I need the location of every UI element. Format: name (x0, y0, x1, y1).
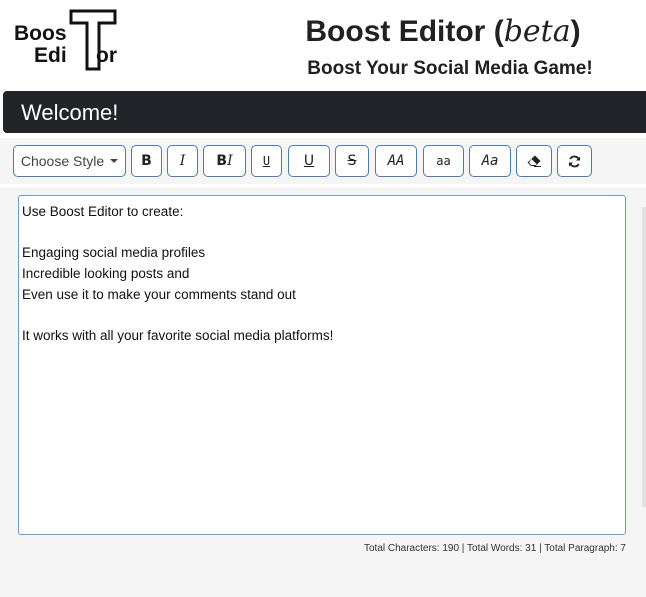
welcome-text: Welcome! (21, 100, 119, 125)
bold-italic-button[interactable]: BI (203, 145, 246, 177)
logo-text-line2-left: Edi (34, 44, 67, 67)
lowercase-button[interactable]: aa (423, 145, 464, 177)
underline-mono-button[interactable]: U (251, 145, 282, 177)
capitalize-button[interactable]: Aa (469, 145, 511, 177)
bold-italic-i: I (227, 153, 233, 169)
italic-button[interactable]: I (167, 145, 198, 177)
beta-label: beta (503, 14, 571, 49)
choose-style-label: Choose Style (20, 153, 105, 169)
page-title-text: Boost Editor (305, 15, 486, 48)
welcome-bar: Welcome! (3, 91, 646, 133)
uppercase-button[interactable]: AA (375, 145, 417, 177)
header: Boos Edi or Boost Editor (beta) Boost Yo… (0, 0, 646, 90)
underline-button[interactable]: U (288, 145, 330, 177)
refresh-icon (569, 155, 580, 167)
bold-button[interactable]: B (131, 145, 162, 177)
logo[interactable]: Boos Edi or (12, 8, 132, 74)
logo-text-line2-right: or (96, 44, 117, 67)
logo-text-line1: Boos (14, 22, 67, 45)
scrollbar[interactable] (642, 207, 646, 507)
toolbar: Choose Style B I BI U U S AA aa Aa (0, 138, 646, 184)
editor-textarea[interactable]: Use Boost Editor to create: Engaging soc… (18, 195, 626, 535)
choose-style-dropdown[interactable]: Choose Style (13, 145, 126, 177)
page-subtitle: Boost Your Social Media Game! (307, 58, 593, 79)
caret-down-icon (110, 159, 119, 163)
bold-italic-b: B (216, 153, 228, 169)
editor-area: Use Boost Editor to create: Engaging soc… (0, 187, 646, 597)
strikethrough-button[interactable]: S (335, 145, 369, 177)
text-statistics: Total Characters: 190 | Total Words: 31 … (363, 543, 626, 554)
reset-button[interactable] (557, 145, 592, 177)
page-title: Boost Editor (beta) (305, 14, 581, 49)
eraser-icon (527, 155, 541, 167)
clear-format-button[interactable] (516, 145, 552, 177)
